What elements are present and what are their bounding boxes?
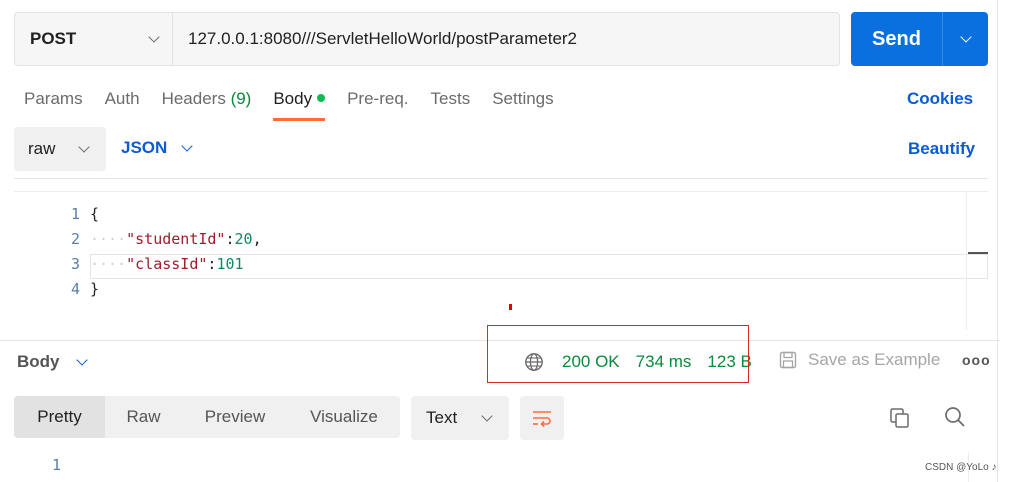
close-brace: } [90,280,100,298]
send-button-group: Send [851,12,988,66]
request-bar: POST 127.0.0.1:8080///ServletHelloWorld/… [14,12,840,66]
tab-prereq[interactable]: Pre-req. [347,88,408,120]
tab-headers[interactable]: Headers (9) [162,88,252,120]
code-line: { [90,202,262,227]
chevron-down-icon [481,409,493,422]
send-button[interactable]: Send [851,12,943,66]
annotation-mark [509,304,512,310]
code-line: ····"studentId":20, [90,230,262,248]
watermark: CSDN @YoLo ♪ [925,462,997,473]
body-editor[interactable]: 1 2 3 4 { ····"studentId":20, ····"classId… [14,178,988,330]
tab-raw[interactable]: Raw [105,396,182,438]
json-value: 101 [216,255,244,273]
editor-code: { ····"studentId":20, ····"classId":101} [90,202,262,302]
line-number: 2 [70,230,80,248]
wrap-lines-button[interactable] [520,396,564,440]
wrap-lines-icon [533,411,551,427]
chevron-down-icon [181,139,193,152]
tab-settings[interactable]: Settings [492,88,553,120]
response-format-select[interactable]: Text [411,396,509,440]
panel-edge [997,0,998,482]
beautify-link[interactable]: Beautify [908,139,975,159]
request-tabs: Params Auth Headers (9) Body Pre-req. Te… [24,88,576,121]
editor-area: 1 2 3 4 { ····"studentId":20, ····"classId… [14,191,988,330]
body-mode-label: raw [28,139,56,158]
copy-icon[interactable] [888,406,912,430]
response-format-label: Text [426,408,458,427]
body-indicator-dot [317,94,326,102]
json-value: 20 [234,230,253,248]
line-number: 1 [70,205,80,223]
code-line: ····"classId":101 [90,255,244,273]
response-view-tabs: Pretty Raw Preview Visualize [14,396,400,438]
chevron-down-icon [959,30,972,43]
tab-params[interactable]: Params [24,88,83,120]
tab-body[interactable]: Body [273,88,326,121]
save-as-example-label: Save as Example [808,350,941,369]
editor-scrollbar[interactable] [966,192,988,330]
method-select[interactable]: POST [15,13,173,65]
send-options-button[interactable] [943,12,988,66]
cookies-link[interactable]: Cookies [907,89,973,109]
line-number: 4 [70,280,80,298]
tab-pretty[interactable]: Pretty [14,396,105,438]
body-format-label: JSON [121,138,168,157]
search-icon[interactable] [943,405,967,429]
url-input[interactable]: 127.0.0.1:8080///ServletHelloWorld/postP… [173,13,839,65]
method-label: POST [30,29,77,48]
tab-tests[interactable]: Tests [431,88,471,120]
open-brace: { [90,205,100,223]
tab-visualize[interactable]: Visualize [288,396,400,438]
json-key: "classId" [126,255,208,273]
headers-count: (9) [230,89,252,108]
tab-body-label: Body [273,89,313,108]
response-section-label: Body [17,352,60,371]
tab-preview[interactable]: Preview [182,396,288,438]
more-options-icon[interactable]: ooo [962,352,991,368]
body-mode-select[interactable]: raw [14,127,106,171]
highlight-annotation-box [487,325,749,383]
body-format-select[interactable]: JSON [121,138,193,158]
editor-line-numbers: 1 2 3 4 [14,202,80,302]
chevron-down-icon [148,30,160,43]
json-key: "studentId" [126,230,226,248]
chevron-down-icon [78,140,90,153]
save-as-example-button[interactable]: Save as Example [778,350,940,370]
tab-auth[interactable]: Auth [105,88,140,120]
response-line-number: 1 [52,456,62,474]
scrollbar-marker [968,252,988,254]
response-section-select[interactable]: Body [17,352,88,372]
chevron-down-icon [75,353,88,366]
tab-headers-label: Headers [161,89,226,108]
save-icon [779,351,797,369]
line-number: 3 [70,255,80,273]
code-line: } [90,277,262,302]
